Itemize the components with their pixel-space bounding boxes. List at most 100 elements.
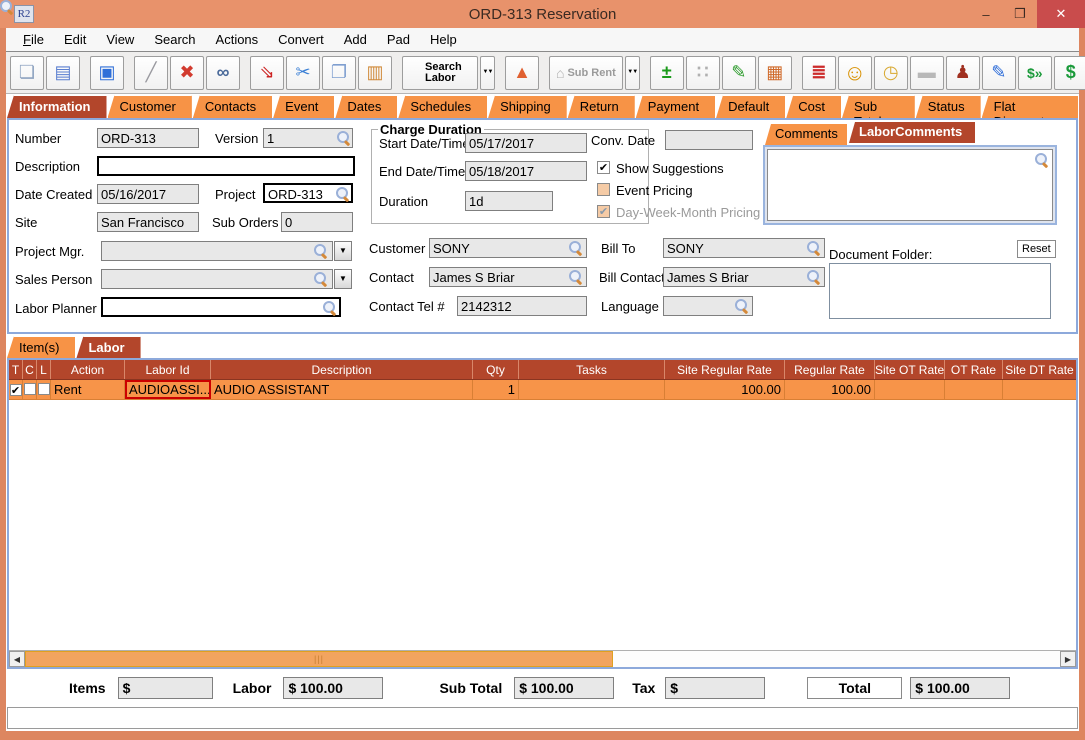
notes-button[interactable]: ✎	[722, 56, 756, 90]
delete-button[interactable]: ✖	[170, 56, 204, 90]
find-button[interactable]: ∞	[206, 56, 240, 90]
col-tasks[interactable]: Tasks	[519, 360, 665, 379]
bill-contact-field[interactable]: James S Briar	[663, 267, 825, 287]
sales-person-field[interactable]	[101, 269, 333, 289]
folder-clock-button[interactable]: ◷	[874, 56, 908, 90]
close-button[interactable]: ✕	[1037, 0, 1085, 28]
tab-status[interactable]: Status	[916, 95, 981, 118]
bill-contact-search-icon[interactable]	[807, 270, 820, 283]
money-transfer-button[interactable]: $»	[1018, 56, 1052, 90]
money-note-button[interactable]: $	[1054, 56, 1085, 90]
scrollbar-thumb[interactable]: |||	[25, 651, 613, 667]
tab-shipping[interactable]: Shipping	[488, 95, 567, 118]
tab-labor-comments[interactable]: LaborComments	[849, 122, 975, 143]
sub-rent-button[interactable]: ⌂ Sub Rent	[549, 56, 623, 90]
search-labor-dropdown[interactable]: ▼▼	[480, 56, 495, 90]
labor-comments-textarea[interactable]	[767, 149, 1053, 221]
tab-default[interactable]: Default	[716, 95, 785, 118]
contact-search-icon[interactable]	[569, 270, 582, 283]
customer-search-icon[interactable]	[569, 241, 582, 254]
col-ot-rate[interactable]: OT Rate	[945, 360, 1003, 379]
version-search-icon[interactable]	[337, 131, 350, 144]
tab-sub-total[interactable]: Sub Total	[842, 95, 915, 118]
col-action[interactable]: Action	[51, 360, 125, 379]
language-search-icon[interactable]	[735, 299, 748, 312]
menu-file[interactable]: File	[14, 30, 53, 49]
menu-search[interactable]: Search	[145, 30, 204, 49]
cell-site-dt-rate[interactable]	[1003, 380, 1076, 399]
bill-to-field[interactable]: SONY	[663, 238, 825, 258]
tab-information[interactable]: Information	[7, 95, 107, 118]
row-c-checkbox[interactable]	[24, 383, 36, 395]
tab-labor[interactable]: Labor	[76, 336, 140, 358]
availability-button[interactable]: ∷	[686, 56, 720, 90]
tab-customer[interactable]: Customer	[108, 95, 192, 118]
col-qty[interactable]: Qty	[473, 360, 519, 379]
menu-actions[interactable]: Actions	[207, 30, 268, 49]
row-l-checkbox[interactable]	[38, 383, 50, 395]
col-t[interactable]: T	[9, 360, 23, 379]
project-mgr-dropdown[interactable]: ▼	[334, 241, 352, 261]
copy-to-order-button[interactable]: ⇘	[250, 56, 284, 90]
scroll-right-arrow[interactable]: ▶	[1060, 651, 1076, 667]
cell-action[interactable]: Rent	[51, 380, 125, 399]
cell-labor-id[interactable]: AUDIOASSI...	[125, 380, 211, 399]
tab-return[interactable]: Return	[568, 95, 635, 118]
edit-button[interactable]: ╱	[134, 56, 168, 90]
contact-tel-field[interactable]: 2142312	[457, 296, 587, 316]
cell-site-regular-rate[interactable]: 100.00	[665, 380, 785, 399]
duration-field[interactable]: 1d	[465, 191, 553, 211]
maximize-button[interactable]: ❒	[1003, 0, 1037, 28]
bill-to-search-icon[interactable]	[807, 241, 820, 254]
table-row[interactable]: ✔ Rent AUDIOASSI... AUDIO ASSISTANT 1 10…	[9, 380, 1076, 400]
cell-regular-rate[interactable]: 100.00	[785, 380, 875, 399]
tab-flat-discounts[interactable]: Flat Discounts	[982, 95, 1078, 118]
contact-field[interactable]: James S Briar	[429, 267, 587, 287]
tab-dates[interactable]: Dates	[335, 95, 397, 118]
tab-contacts[interactable]: Contacts	[193, 95, 272, 118]
menu-convert[interactable]: Convert	[269, 30, 333, 49]
cell-description[interactable]: AUDIO ASSISTANT	[211, 380, 473, 399]
col-site-regular-rate[interactable]: Site Regular Rate	[665, 360, 785, 379]
document-folder-box[interactable]	[829, 263, 1051, 319]
scrollbar-track[interactable]	[613, 651, 1060, 667]
project-mgr-search-icon[interactable]	[314, 244, 327, 257]
menu-help[interactable]: Help	[421, 30, 466, 49]
reset-button[interactable]: Reset	[1017, 240, 1056, 258]
project-search-icon[interactable]	[336, 187, 349, 200]
description-input[interactable]	[97, 156, 355, 176]
comments-search-icon[interactable]	[1035, 153, 1048, 166]
sub-rent-dropdown[interactable]: ▼▼	[625, 56, 640, 90]
cell-site-ot-rate[interactable]	[875, 380, 945, 399]
menu-edit[interactable]: Edit	[55, 30, 95, 49]
col-description[interactable]: Description	[211, 360, 473, 379]
menu-add[interactable]: Add	[335, 30, 376, 49]
scroll-left-arrow[interactable]: ◀	[9, 651, 25, 667]
sales-person-search-icon[interactable]	[314, 272, 327, 285]
sales-person-dropdown[interactable]: ▼	[334, 269, 352, 289]
cut-button[interactable]: ✂	[286, 56, 320, 90]
shapes-button[interactable]: ▲	[505, 56, 539, 90]
tab-payment[interactable]: Payment	[636, 95, 715, 118]
show-suggestions-checkbox[interactable]: ✔	[597, 161, 610, 174]
tab-cost[interactable]: Cost	[786, 95, 841, 118]
start-date-field[interactable]: 05/17/2017	[465, 133, 587, 153]
smiley-button[interactable]: ☺	[838, 56, 872, 90]
paste-button[interactable]: ▥	[358, 56, 392, 90]
tab-comments[interactable]: Comments	[765, 124, 847, 145]
project-mgr-field[interactable]	[101, 241, 333, 261]
col-site-dt-rate[interactable]: Site DT Rate	[1003, 360, 1076, 379]
org-chart-button[interactable]: ≣	[802, 56, 836, 90]
labor-planner-search-icon[interactable]	[323, 301, 336, 314]
tab-items[interactable]: Item(s)	[7, 336, 75, 358]
menu-view[interactable]: View	[97, 30, 143, 49]
print-button[interactable]: ▤	[46, 56, 80, 90]
col-regular-rate[interactable]: Regular Rate	[785, 360, 875, 379]
cell-qty[interactable]: 1	[473, 380, 519, 399]
new-document-button[interactable]: ❏	[10, 56, 44, 90]
row-t-checkbox[interactable]: ✔	[10, 384, 22, 396]
menu-pad[interactable]: Pad	[378, 30, 419, 49]
tab-event[interactable]: Event	[273, 95, 334, 118]
end-date-field[interactable]: 05/18/2017	[465, 161, 587, 181]
add-remove-button[interactable]: ±	[650, 56, 684, 90]
